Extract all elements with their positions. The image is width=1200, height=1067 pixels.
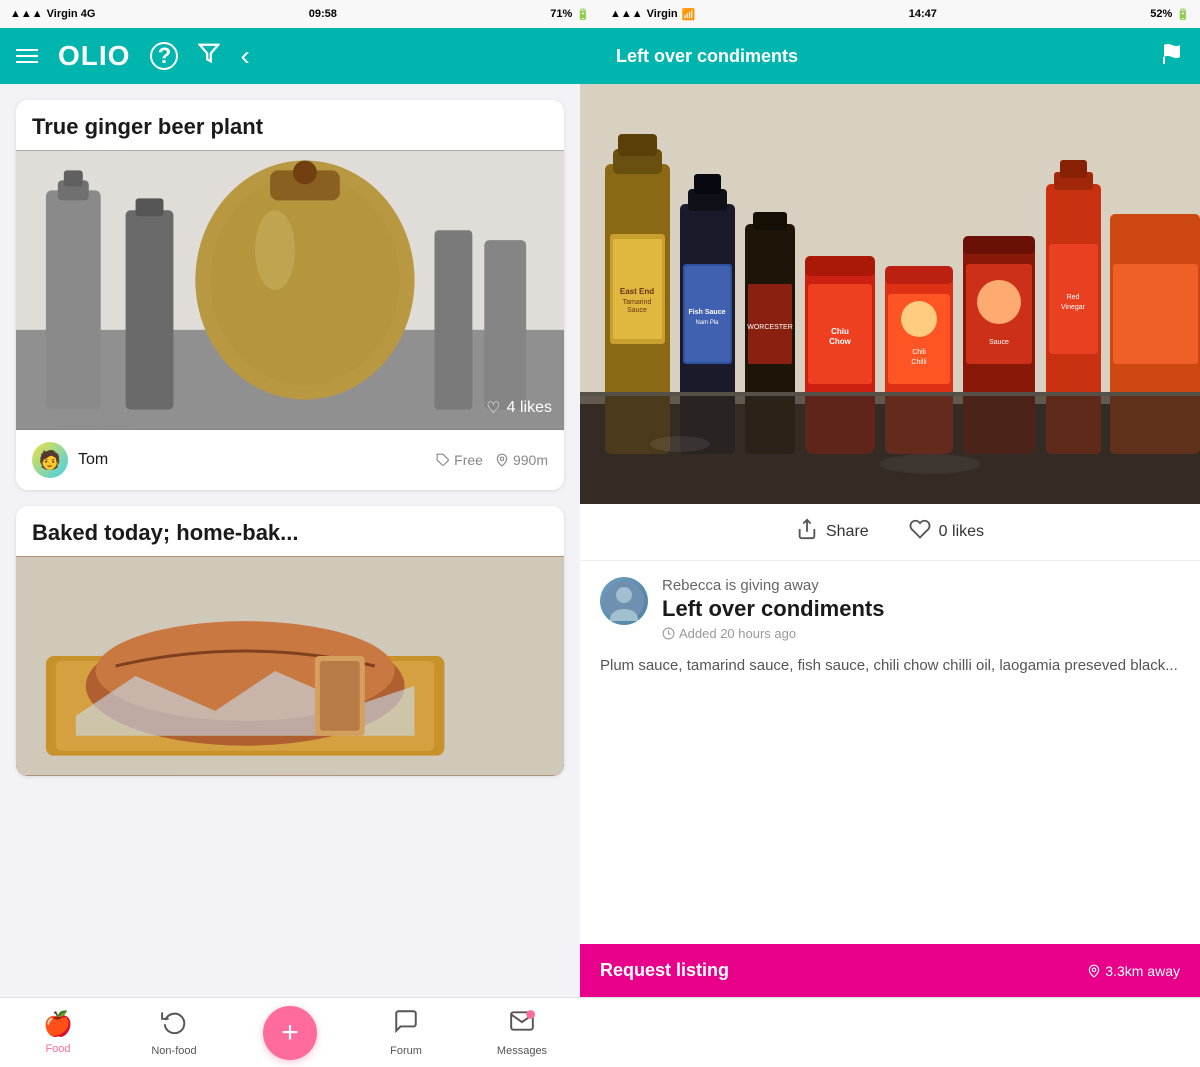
forum-icon	[393, 1008, 419, 1041]
forum-label: Forum	[390, 1045, 422, 1057]
detail-panel: East End Tamarind Sauce Fish Sauce Nam P…	[580, 84, 1200, 997]
status-bar-right: ▲▲▲ Virgin 📶 14:47 52% 🔋	[600, 0, 1200, 28]
like-button[interactable]: 0 likes	[909, 518, 984, 546]
battery-percent-left: 71%	[550, 8, 572, 20]
app-header: OLIO ? ‹ Left over condiments	[0, 28, 1200, 84]
battery-icon-right: 🔋	[1176, 8, 1190, 21]
svg-text:Vinegar: Vinegar	[1061, 304, 1086, 311]
header-right: Left over condiments	[600, 28, 1200, 84]
svg-text:Chiu: Chiu	[831, 327, 849, 336]
food-label: Food	[45, 1043, 70, 1055]
detail-user-row: Rebecca is giving away Left over condime…	[600, 577, 1180, 641]
svg-text:Sauce: Sauce	[989, 339, 1009, 346]
heart-icon-card1: ♡	[486, 398, 500, 418]
hamburger-menu[interactable]	[16, 49, 38, 63]
card1-user: 🧑 Tom	[32, 442, 108, 478]
detail-time: Added 20 hours ago	[662, 626, 1180, 641]
card1-likes: ♡ 4 likes	[486, 398, 552, 418]
share-icon	[796, 518, 818, 546]
help-icon[interactable]: ?	[150, 42, 178, 70]
battery-left: 71% 🔋	[550, 8, 590, 21]
share-button[interactable]: Share	[796, 518, 869, 546]
heart-icon-detail	[909, 518, 931, 546]
card2-title: Baked today; home-bak...	[16, 506, 564, 556]
card1-meta: Free 990m	[436, 452, 548, 468]
svg-text:Sauce: Sauce	[627, 307, 647, 314]
status-bar-container: ▲▲▲ Virgin 4G 09:58 71% 🔋 ▲▲▲ Virgin 📶 1…	[0, 0, 1200, 28]
svg-text:WORCESTER: WORCESTER	[747, 324, 793, 331]
time-right: 14:47	[909, 8, 937, 20]
svg-text:Tamarind: Tamarind	[623, 299, 652, 306]
card1-username: Tom	[78, 451, 108, 469]
giving-away-text: Rebecca is giving away	[662, 577, 1180, 594]
card1-title: True ginger beer plant	[16, 100, 564, 150]
olio-logo: OLIO	[58, 40, 130, 72]
card1-distance: 990m	[495, 452, 548, 468]
battery-percent-right: 52%	[1150, 8, 1172, 20]
back-icon[interactable]: ‹	[240, 40, 249, 72]
detail-title: Left over condiments	[616, 46, 798, 67]
nav-nonfood[interactable]: Non-food	[116, 1008, 232, 1057]
nonfood-label: Non-food	[151, 1045, 196, 1057]
header-left: OLIO ? ‹	[0, 28, 600, 84]
card1-avatar: 🧑	[32, 442, 68, 478]
carrier-left: Virgin 4G	[47, 8, 96, 20]
card2-image	[16, 556, 564, 776]
listing-card-2[interactable]: Baked today; home-bak...	[16, 506, 564, 776]
bottom-bar-right	[580, 998, 1200, 1067]
likes-label: 0 likes	[939, 523, 984, 541]
bottom-bar-left: 🍎 Food Non-food + Forum	[0, 998, 580, 1067]
svg-text:Red: Red	[1067, 294, 1080, 301]
signal-bars-left: ▲▲▲	[10, 8, 43, 20]
detail-description: Plum sauce, tamarind sauce, fish sauce, …	[600, 655, 1180, 678]
bottom-bar: 🍎 Food Non-food + Forum	[0, 997, 1200, 1067]
status-bar-left: ▲▲▲ Virgin 4G 09:58 71% 🔋	[0, 0, 600, 28]
listings-panel: True ginger beer plant	[0, 84, 580, 997]
messages-label: Messages	[497, 1045, 547, 1057]
card1-image-bg	[16, 150, 564, 430]
nav-forum[interactable]: Forum	[348, 1008, 464, 1057]
status-right-info: ▲▲▲ Virgin 📶	[610, 8, 695, 21]
wifi-icon: 📶	[682, 8, 696, 21]
nav-messages[interactable]: Messages	[464, 1008, 580, 1057]
svg-text:East End: East End	[620, 287, 654, 296]
detail-image: East End Tamarind Sauce Fish Sauce Nam P…	[580, 84, 1200, 504]
card1-footer: 🧑 Tom Free 990m	[16, 430, 564, 490]
messages-icon	[509, 1008, 535, 1041]
svg-text:Nam Pla: Nam Pla	[695, 320, 719, 326]
carrier-right: Virgin	[647, 8, 678, 20]
svg-text:Chili: Chili	[912, 349, 926, 356]
battery-icon-left: 🔋	[576, 8, 590, 21]
detail-listing-title: Left over condiments	[662, 596, 1180, 622]
detail-actions: Share 0 likes	[580, 504, 1200, 561]
card1-price: Free	[436, 452, 483, 468]
request-bar[interactable]: Request listing 3.3km away	[580, 944, 1200, 997]
request-listing-label: Request listing	[600, 960, 729, 981]
filter-icon[interactable]	[198, 42, 220, 70]
battery-right: 52% 🔋	[1150, 8, 1190, 21]
card1-image: ♡ 4 likes	[16, 150, 564, 430]
add-button[interactable]: +	[232, 1006, 348, 1060]
detail-user-info: Rebecca is giving away Left over condime…	[662, 577, 1180, 641]
card2-image-bg	[16, 556, 564, 776]
svg-text:Chilli: Chilli	[911, 359, 927, 366]
main-content: True ginger beer plant	[0, 84, 1200, 997]
time-left: 09:58	[309, 8, 337, 20]
nav-food[interactable]: 🍎 Food	[0, 1010, 116, 1055]
listing-card-1[interactable]: True ginger beer plant	[16, 100, 564, 490]
food-icon: 🍎	[43, 1010, 73, 1039]
share-label: Share	[826, 523, 869, 541]
detail-info: Rebecca is giving away Left over condime…	[580, 561, 1200, 944]
svg-text:Chow: Chow	[829, 337, 852, 346]
status-left-info: ▲▲▲ Virgin 4G	[10, 8, 95, 20]
signal-bars-right: ▲▲▲	[610, 8, 643, 20]
svg-text:Fish Sauce: Fish Sauce	[689, 309, 726, 316]
detail-avatar	[600, 577, 648, 625]
request-distance: 3.3km away	[1087, 963, 1180, 979]
add-circle[interactable]: +	[263, 1006, 317, 1060]
nonfood-icon	[161, 1008, 187, 1041]
flag-icon[interactable]	[1160, 42, 1184, 71]
